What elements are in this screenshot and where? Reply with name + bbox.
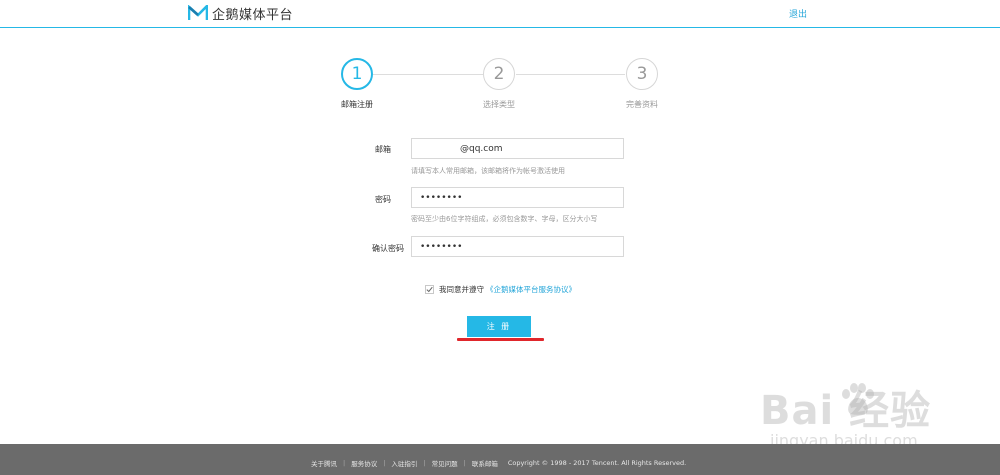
step-connector-2: [516, 74, 625, 75]
footer-separator: |: [423, 459, 426, 467]
footer-link-contact[interactable]: 联系邮箱: [472, 458, 498, 468]
step-2-circle: 2: [483, 58, 515, 90]
check-icon: [426, 286, 433, 293]
email-label: 邮箱: [375, 145, 391, 154]
step-connector-1: [373, 74, 483, 75]
footer-links: 关于腾讯 | 服务协议 | 入驻指引 | 常见问题 | 联系邮箱 Copyrig…: [311, 458, 686, 468]
confirm-password-value: ••••••••: [420, 241, 463, 252]
password-hint: 密码至少由6位字符组成，必须包含数字、字母，区分大小写: [411, 215, 598, 223]
footer-link-terms[interactable]: 服务协议: [351, 458, 377, 468]
logo-text: 企鹅媒体平台: [212, 7, 294, 23]
step-2-label: 选择类型: [483, 100, 515, 109]
confirm-password-input[interactable]: ••••••••: [411, 236, 624, 257]
step-3-label: 完善资料: [626, 100, 658, 109]
agreement-link[interactable]: 《企鹅媒体平台服务协议》: [486, 284, 576, 295]
annotation-underline: [457, 338, 544, 341]
email-value: @qq.com: [460, 143, 503, 154]
step-1-circle: 1: [341, 58, 373, 90]
site-logo[interactable]: 企鹅媒体平台: [188, 4, 294, 23]
registration-stepper: 1 2 3 邮箱注册 选择类型 完善资料: [0, 58, 1000, 118]
page-footer: 关于腾讯 | 服务协议 | 入驻指引 | 常见问题 | 联系邮箱 Copyrig…: [0, 444, 1000, 475]
agreement-row: 我同意并遵守 《企鹅媒体平台服务协议》: [425, 284, 576, 295]
agreement-checkbox[interactable]: [425, 285, 434, 294]
step-1-label: 邮箱注册: [341, 100, 373, 109]
password-value: ••••••••: [420, 192, 463, 203]
logo-icon: [188, 5, 208, 20]
top-header: 企鹅媒体平台 退出: [0, 0, 1000, 28]
register-button[interactable]: 注 册: [467, 316, 531, 337]
paw-icon: [842, 383, 874, 415]
footer-separator: |: [343, 459, 346, 467]
footer-separator: |: [383, 459, 386, 467]
password-input[interactable]: ••••••••: [411, 187, 624, 208]
step-3-circle: 3: [626, 58, 658, 90]
email-input[interactable]: @qq.com: [411, 138, 624, 159]
confirm-password-label: 确认密码: [372, 244, 404, 253]
footer-copyright: Copyright © 1998 - 2017 Tencent. All Rig…: [507, 459, 687, 467]
footer-link-guide[interactable]: 入驻指引: [391, 458, 417, 468]
agreement-text: 我同意并遵守: [439, 285, 484, 294]
footer-separator: |: [463, 459, 466, 467]
password-label: 密码: [375, 195, 391, 204]
email-hint: 请填写本人常用邮箱，该邮箱将作为帐号激活使用: [411, 167, 565, 175]
logout-link[interactable]: 退出: [789, 7, 807, 20]
footer-link-faq[interactable]: 常见问题: [432, 458, 458, 468]
footer-link-about[interactable]: 关于腾讯: [311, 458, 337, 468]
